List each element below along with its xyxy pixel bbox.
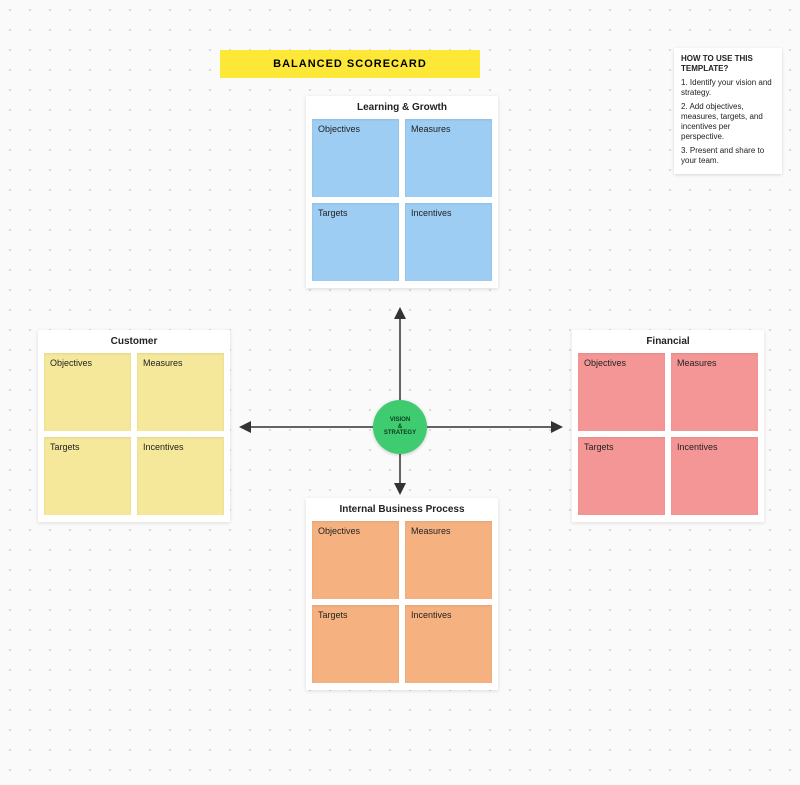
- panel-title: Internal Business Process: [306, 498, 498, 521]
- center-line-1: VISION: [390, 417, 410, 424]
- vision-strategy-circle[interactable]: VISION & STRATEGY: [373, 400, 427, 454]
- card-grid: Objectives Measures Targets Incentives: [306, 521, 498, 690]
- title-text: BALANCED SCORECARD: [273, 58, 427, 70]
- instructions-step-3: 3. Present and share to your team.: [681, 146, 775, 166]
- card-objectives[interactable]: Objectives: [312, 119, 399, 197]
- card-grid: Objectives Measures Targets Incentives: [38, 353, 230, 522]
- panel-internal-business-process[interactable]: Internal Business Process Objectives Mea…: [306, 498, 498, 690]
- card-objectives[interactable]: Objectives: [578, 353, 665, 431]
- instructions-step-1: 1. Identify your vision and strategy.: [681, 78, 775, 98]
- card-targets[interactable]: Targets: [312, 605, 399, 683]
- card-measures[interactable]: Measures: [405, 119, 492, 197]
- card-targets[interactable]: Targets: [578, 437, 665, 515]
- whiteboard-canvas[interactable]: BALANCED SCORECARD HOW TO USE THIS TEMPL…: [0, 0, 800, 785]
- center-line-2: &: [398, 424, 402, 431]
- card-measures[interactable]: Measures: [671, 353, 758, 431]
- panel-financial[interactable]: Financial Objectives Measures Targets In…: [572, 330, 764, 522]
- instructions-heading: HOW TO USE THIS TEMPLATE?: [681, 54, 775, 74]
- card-incentives[interactable]: Incentives: [405, 203, 492, 281]
- card-measures[interactable]: Measures: [137, 353, 224, 431]
- card-grid: Objectives Measures Targets Incentives: [572, 353, 764, 522]
- title-banner[interactable]: BALANCED SCORECARD: [220, 50, 480, 78]
- panel-customer[interactable]: Customer Objectives Measures Targets Inc…: [38, 330, 230, 522]
- panel-title: Financial: [572, 330, 764, 353]
- card-targets[interactable]: Targets: [312, 203, 399, 281]
- card-measures[interactable]: Measures: [405, 521, 492, 599]
- card-incentives[interactable]: Incentives: [405, 605, 492, 683]
- panel-title: Learning & Growth: [306, 96, 498, 119]
- card-incentives[interactable]: Incentives: [137, 437, 224, 515]
- card-targets[interactable]: Targets: [44, 437, 131, 515]
- card-objectives[interactable]: Objectives: [44, 353, 131, 431]
- panel-learning-growth[interactable]: Learning & Growth Objectives Measures Ta…: [306, 96, 498, 288]
- card-objectives[interactable]: Objectives: [312, 521, 399, 599]
- instructions-step-2: 2. Add objectives, measures, targets, an…: [681, 102, 775, 142]
- instructions-note[interactable]: HOW TO USE THIS TEMPLATE? 1. Identify yo…: [674, 48, 782, 174]
- card-incentives[interactable]: Incentives: [671, 437, 758, 515]
- center-line-3: STRATEGY: [384, 430, 416, 437]
- panel-title: Customer: [38, 330, 230, 353]
- card-grid: Objectives Measures Targets Incentives: [306, 119, 498, 288]
